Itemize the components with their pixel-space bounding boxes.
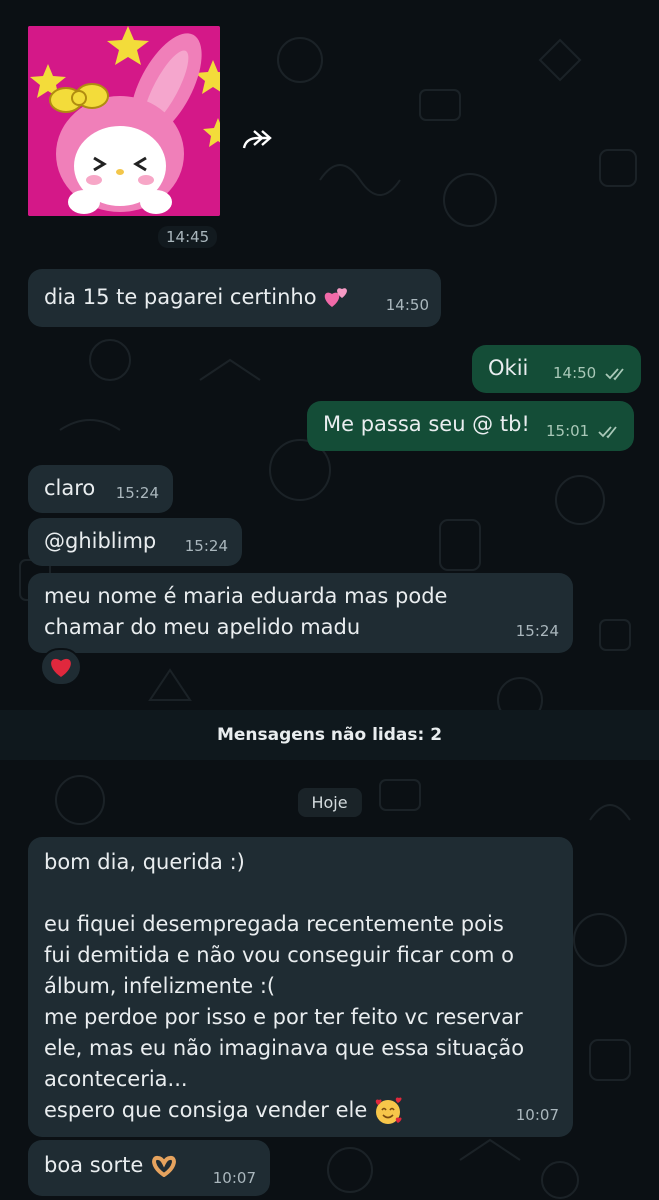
message-timestamp: 14:50 xyxy=(552,364,597,382)
message-bubble-incoming[interactable]: boa sorte 10:07 xyxy=(28,1140,270,1196)
message-bubble-outgoing[interactable]: Me passa seu @ tb! 15:01 xyxy=(307,401,634,451)
message-bubble-incoming[interactable]: bom dia, querida :) eu fiquei desemprega… xyxy=(28,837,573,1137)
image-timestamp: 14:45 xyxy=(158,226,218,248)
my-melody-sticker xyxy=(28,26,220,216)
message-text: @ghiblimp xyxy=(44,529,157,553)
message-line: eu fiquei desempregada recentemente pois xyxy=(44,912,504,936)
unread-messages-banner: Mensagens não lidas: 2 xyxy=(216,725,443,745)
sticker-image[interactable] xyxy=(28,26,220,216)
message-timestamp: 15:24 xyxy=(184,537,228,555)
message-bubble-incoming[interactable]: claro 15:24 xyxy=(28,465,173,513)
two-hearts-emoji xyxy=(325,288,348,307)
message-timestamp: 15:24 xyxy=(515,622,559,640)
message-line: bom dia, querida :) xyxy=(44,850,245,874)
message-line: meu nome é maria eduarda mas pode xyxy=(44,584,448,608)
message-timestamp: 14:50 xyxy=(385,296,429,314)
message-text: dia 15 te pagarei certinho xyxy=(44,285,317,309)
read-ticks-icon xyxy=(605,367,624,380)
message-bubble-outgoing[interactable]: Okii 14:50 xyxy=(472,345,641,393)
message-text: Okii xyxy=(488,356,529,380)
red-heart-icon xyxy=(51,658,71,677)
message-line: ele, mas eu não imaginava que essa situa… xyxy=(44,1036,525,1060)
read-ticks-icon xyxy=(598,425,617,438)
message-timestamp: 10:07 xyxy=(515,1106,559,1124)
heart-hands-emoji xyxy=(152,1156,176,1177)
smiling-face-with-hearts-emoji xyxy=(375,1097,402,1124)
message-line: aconteceria... xyxy=(44,1067,188,1091)
message-timestamp: 15:24 xyxy=(115,484,159,502)
message-line: fui demitida e não vou conseguir ficar c… xyxy=(44,943,514,967)
message-line: espero que consiga vender ele xyxy=(44,1098,368,1122)
message-line-with-emoji: espero que consiga vender ele xyxy=(44,1095,557,1126)
message-reaction[interactable] xyxy=(40,648,82,686)
message-bubble-incoming[interactable]: meu nome é maria eduarda mas pode chamar… xyxy=(28,573,573,653)
message-meta: 15:01 xyxy=(546,416,622,447)
message-bubble-incoming[interactable]: @ghiblimp 15:24 xyxy=(28,518,242,566)
forward-icon[interactable] xyxy=(240,126,276,152)
message-bubble-incoming[interactable]: dia 15 te pagarei certinho 14:50 xyxy=(28,269,441,327)
date-separator: Hoje xyxy=(297,788,362,817)
message-timestamp: 10:07 xyxy=(212,1169,256,1187)
message-line: chamar do meu apelido madu xyxy=(44,615,361,639)
message-line: me perdoe por isso e por ter feito vc re… xyxy=(44,1005,523,1029)
message-text: claro xyxy=(44,476,96,500)
message-line xyxy=(44,878,557,909)
message-meta: 14:50 xyxy=(553,358,629,389)
message-text: Me passa seu @ tb! xyxy=(323,412,530,436)
message-timestamp: 15:01 xyxy=(545,422,590,440)
message-line: álbum, infelizmente :( xyxy=(44,974,276,998)
message-text: boa sorte xyxy=(44,1153,144,1177)
